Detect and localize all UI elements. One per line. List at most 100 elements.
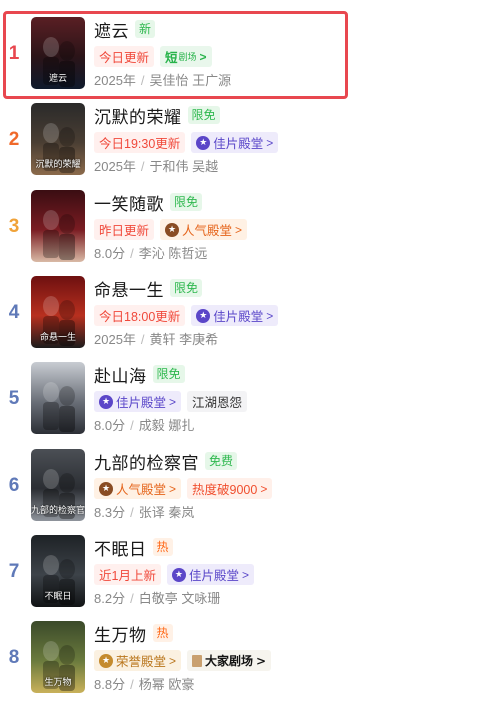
drama-title[interactable]: 生万物 [94,621,147,646]
separator: / [140,332,145,347]
chevron-right-icon: > [169,481,177,496]
cast-names: 吴佳怡 王广源 [149,73,232,88]
drama-title[interactable]: 一笑随歌 [94,190,164,215]
chevron-right-icon: > [241,567,249,582]
year-or-score: 8.3分 [94,505,126,520]
tag-sublabel: 剧场 [178,52,197,62]
poster-thumbnail[interactable]: 生万物 [31,621,85,693]
tag-update: 近1月上新 [94,564,161,585]
tag-plain: 江湖恩怨 [187,391,248,412]
meta-row: 8.3分 / 张译 秦岚 [94,504,484,522]
rank-number: 6 [8,475,20,496]
drama-title[interactable]: 不眠日 [94,535,147,560]
item-info: 九部的检察官 免费 ★ 人气殿堂 > 热度破9000 >8.3分 / 张译 秦岚 [94,450,484,522]
poster-thumbnail[interactable]: 遮云 [31,17,85,89]
tag-label: 江湖恩怨 [192,396,243,410]
item-info: 命悬一生 限免 今日18:00更新 ★ 佳片殿堂 >2025年 / 黄轩 李庚希 [94,277,484,349]
tag-label: 热度破9000 [192,483,258,497]
tags-row: 今日18:00更新 ★ 佳片殿堂 > [94,305,484,326]
tag-label: 今日19:30更新 [99,137,181,151]
ranking-item[interactable]: 1 遮云 遮云新今日更新短剧场 >2025年 / 吴佳怡 王广源 [0,17,484,103]
separator: / [130,418,134,433]
ranking-item[interactable]: 6 九部的检察官 九部的检察官 免费 ★ 人气殿堂 > 热度破9000 >8.3分 / 张译 秦岚 [0,449,484,535]
drama-title[interactable]: 赴山海 [94,362,147,387]
theater-icon [192,654,203,667]
tag-hall[interactable]: ★ 佳片殿堂 > [94,391,182,412]
cast-names: 黄轩 李庚希 [149,332,219,347]
shield-icon: ★ [171,567,186,582]
tag-hall[interactable]: ★ 佳片殿堂 > [191,132,279,153]
tag-update: 今日19:30更新 [94,132,186,153]
tag-label: 人气殿堂 [116,483,167,497]
drama-title[interactable]: 沉默的荣耀 [94,103,182,128]
cast-names: 于和伟 吴越 [149,159,219,174]
poster-thumbnail[interactable] [31,190,85,262]
drama-title[interactable]: 命悬一生 [94,276,164,301]
poster-thumbnail[interactable]: 不眠日 [31,535,85,607]
poster-title-art: 生万物 [44,678,72,688]
cast-names: 杨幂 欧豪 [138,677,195,692]
tag-label: 佳片殿堂 [116,396,167,410]
separator: / [130,677,134,692]
ranking-item[interactable]: 3 一笑随歌 限免 昨日更新 ★ 人气殿堂 >8.0分 / 李沁 陈哲远 [0,190,484,276]
tag-update: 今日更新 [94,46,155,67]
cast-names: 李沁 陈哲远 [138,246,208,261]
tag-dajia[interactable]: 大家剧场 > [187,650,272,671]
separator: / [130,505,134,520]
separator: / [130,591,134,606]
drama-title[interactable]: 九部的检察官 [94,449,199,474]
tag-label: 近1月上新 [99,569,156,583]
ranking-item[interactable]: 7 不眠日 不眠日热近1月上新 ★ 佳片殿堂 >8.2分 / 白敬亭 文咏珊 [0,535,484,621]
tag-hall[interactable]: ★ 佳片殿堂 > [191,305,279,326]
shield-icon: ★ [99,394,113,409]
status-flag: 热 [152,624,173,642]
drama-title[interactable]: 遮云 [94,17,129,42]
poster-title-art: 不眠日 [44,592,72,602]
cast-names: 张译 秦岚 [138,505,195,520]
tag-pop[interactable]: ★ 人气殿堂 > [160,219,248,240]
title-row: 不眠日热 [94,535,484,560]
rank-number: 5 [8,388,20,409]
tag-update: 今日18:00更新 [94,305,186,326]
ranking-item[interactable]: 8 生万物 生万物热 ★ 荣誉殿堂 > 大家剧场 >8.8分 / 杨幂 欧豪 [0,621,484,703]
poster-title-art: 命悬一生 [39,333,76,343]
rank-number: 8 [8,647,20,668]
cast-names: 白敬亭 文咏珊 [138,591,221,606]
rank-number: 1 [8,43,20,64]
meta-row: 2025年 / 吴佳怡 王广源 [94,72,484,90]
poster-title-art: 遮云 [48,74,67,84]
poster-thumbnail[interactable]: 九部的检察官 [31,449,85,521]
tags-row: ★ 荣誉殿堂 > 大家剧场 > [94,650,484,671]
tags-row: 近1月上新 ★ 佳片殿堂 > [94,564,484,585]
tag-short[interactable]: 短剧场 > [160,46,212,67]
year-or-score: 8.0分 [94,418,126,433]
tag-hall[interactable]: ★ 佳片殿堂 > [166,564,254,585]
meta-row: 8.0分 / 李沁 陈哲远 [94,245,484,263]
tag-label: 短 [165,51,178,65]
item-info: 赴山海 限免 ★ 佳片殿堂 > 江湖恩怨 8.0分 / 成毅 娜扎 [94,363,484,435]
tag-label: 大家剧场 [205,654,254,668]
chevron-right-icon: > [169,653,177,668]
ranking-item[interactable]: 2 沉默的荣耀 沉默的荣耀 限免 今日19:30更新 ★ 佳片殿堂 >2025年 / 于和伟 吴越 [0,103,484,189]
cast-names: 成毅 娜扎 [138,418,195,433]
ranking-item[interactable]: 4 命悬一生 命悬一生 限免 今日18:00更新 ★ 佳片殿堂 >2025年 / 黄轩 李庚希 [0,276,484,362]
meta-row: 8.0分 / 成毅 娜扎 [94,417,484,435]
title-row: 生万物热 [94,621,484,646]
chevron-right-icon: > [235,222,243,237]
year-or-score: 2025年 [94,73,136,88]
chevron-right-icon: > [260,481,268,496]
poster-thumbnail[interactable] [31,362,85,434]
tag-hot[interactable]: 热度破9000 > [187,478,273,499]
title-row: 赴山海 限免 [94,362,484,387]
chevron-right-icon: > [169,394,177,409]
chevron-right-icon: > [199,49,207,64]
tag-pop[interactable]: ★ 人气殿堂 > [94,478,182,499]
poster-thumbnail[interactable]: 沉默的荣耀 [31,103,85,175]
tags-row: ★ 佳片殿堂 > 江湖恩怨 [94,391,484,412]
ranking-item[interactable]: 5 赴山海 限免 ★ 佳片殿堂 > 江湖恩怨 8.0分 / 成毅 娜扎 [0,362,484,448]
rank-number: 3 [8,216,20,237]
poster-thumbnail[interactable]: 命悬一生 [31,276,85,348]
title-row: 一笑随歌 限免 [94,190,484,215]
year-or-score: 2025年 [94,159,136,174]
tag-gold[interactable]: ★ 荣誉殿堂 > [94,650,182,671]
